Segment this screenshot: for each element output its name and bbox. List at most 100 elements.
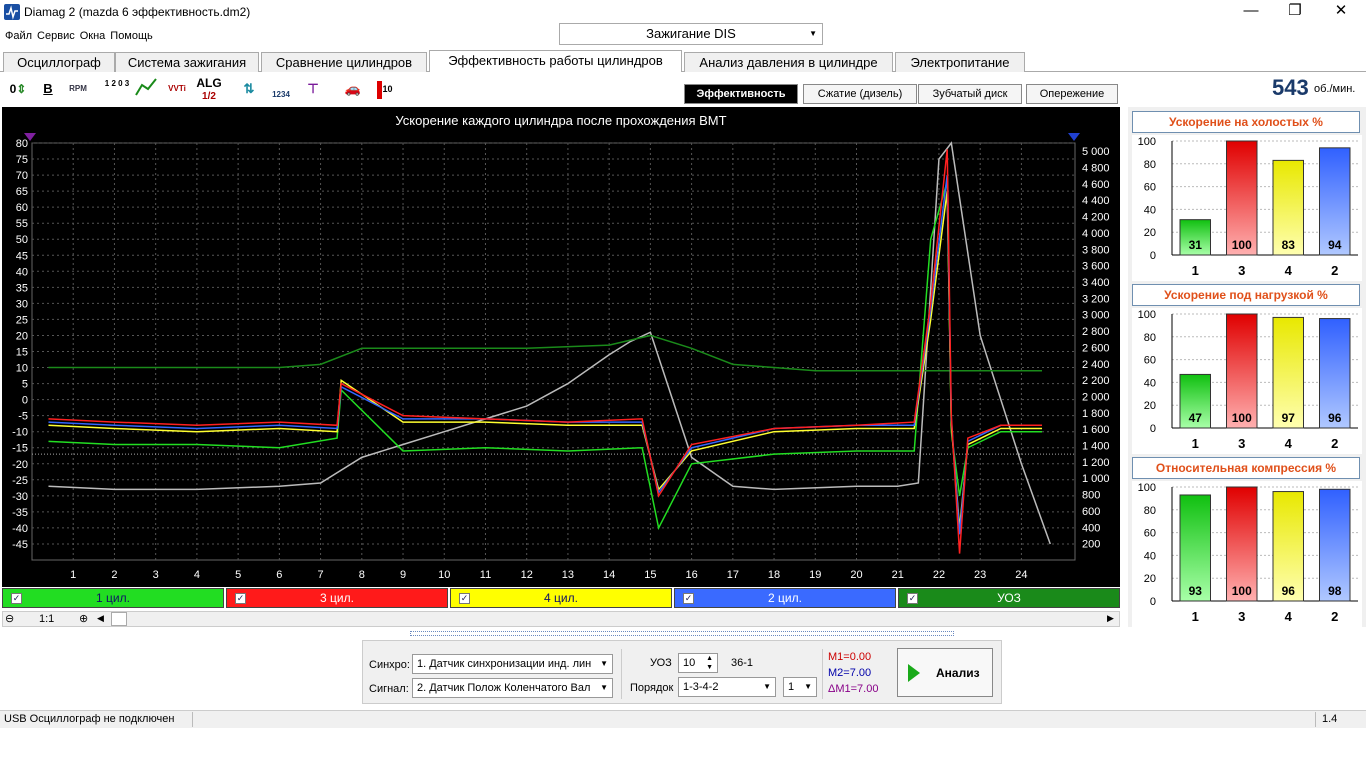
checkbox-icon[interactable]: ✓ (11, 593, 22, 604)
series-line (48, 141, 1051, 545)
zero-level-button[interactable]: 0⇕ (4, 75, 32, 103)
y2-tick-label: 200 (1082, 539, 1100, 551)
minimize-button[interactable]: — (1228, 0, 1274, 24)
y2-tick-label: 4 200 (1082, 212, 1110, 224)
firing-order-select[interactable]: 1-3-4-2 ▼ (678, 677, 776, 697)
analyze-button[interactable]: Анализ (897, 648, 993, 697)
rpm-value: 543 (1272, 75, 1309, 100)
bar-value-label: 96 (1328, 411, 1342, 425)
car-icon[interactable]: 🚗 (339, 75, 367, 103)
x-tick-label: 7 (318, 569, 324, 581)
y2-tick-label: 1 200 (1082, 457, 1110, 469)
zoom-in-icon[interactable]: ⊕ (79, 612, 88, 625)
y-tick-label: 15 (16, 347, 28, 359)
level-button[interactable]: 10 (371, 75, 399, 103)
uoz-label: УОЗ (650, 657, 672, 669)
tab-cylinder-compare[interactable]: Сравнение цилиндров (261, 52, 427, 72)
uoz-value: 10 (683, 657, 696, 669)
y-tick-label: 0 (22, 395, 28, 407)
scroll-thumb[interactable] (111, 612, 127, 626)
x-tick-label: 4 (1285, 263, 1293, 278)
y2-tick-label: 1 600 (1082, 424, 1110, 436)
marker-icon[interactable]: ⊤ (299, 75, 327, 103)
marker-m2: M2=7.00 (828, 667, 872, 679)
x-tick-label: 1 (1192, 436, 1199, 451)
y-tick-label: 60 (1144, 182, 1156, 194)
checkbox-icon[interactable]: ✓ (235, 593, 246, 604)
legend-uoz[interactable]: ✓ УОЗ (898, 588, 1120, 608)
zoom-out-icon[interactable]: ⊖ (5, 612, 14, 625)
y-tick-label: 0 (1150, 423, 1156, 435)
main-tabs: Осциллограф Система зажигания Сравнение … (0, 50, 1366, 72)
tab-power[interactable]: Электропитание (895, 52, 1025, 72)
spin-icon[interactable]: ▲ ▼ (706, 654, 713, 672)
checkbox-icon[interactable]: ✓ (459, 593, 470, 604)
subtab-efficiency[interactable]: Эффективность (684, 84, 798, 104)
bar-value-label: 97 (1282, 411, 1296, 425)
y-tick-label: 80 (1144, 332, 1156, 344)
maximize-button[interactable]: ❐ (1272, 0, 1318, 24)
alg-button[interactable]: ALG 1/2 (195, 75, 223, 103)
tab-oscilloscope[interactable]: Осциллограф (3, 52, 115, 72)
status-spacer (192, 712, 1316, 727)
close-button[interactable]: ✕ (1318, 0, 1364, 24)
rpm-button[interactable]: RPM (64, 75, 92, 103)
order-button[interactable]: 1234 (267, 75, 295, 103)
chart-scrollbar[interactable]: ⊖ 1:1 ⊕ ◀ ▶ (2, 611, 1120, 627)
checkbox-icon[interactable]: ✓ (683, 593, 694, 604)
bold-button[interactable]: B (34, 75, 62, 103)
scroll-right-icon[interactable]: ▶ (1107, 613, 1114, 624)
chart-svg: Ускорение каждого цилиндра после прохожд… (12, 113, 1110, 581)
checkbox-icon[interactable]: ✓ (907, 593, 918, 604)
io-button[interactable]: 1 2 0 3 (103, 75, 131, 103)
sync-select[interactable]: 1. Датчик синхронизации инд. лин ▼ (412, 654, 613, 674)
menu-help[interactable]: Помощь (110, 27, 153, 45)
legend-cyl-1[interactable]: ✓ 1 цил. (2, 588, 224, 608)
tab-cylinder-efficiency[interactable]: Эффективность работы цилиндров (429, 50, 682, 72)
menu-windows[interactable]: Окна (80, 27, 106, 45)
x-tick-label: 8 (359, 569, 365, 581)
legend-cyl-2[interactable]: ✓ 2 цил. (674, 588, 896, 608)
subtab-advance[interactable]: Опережение (1026, 84, 1118, 104)
panel-load-chart: 100 80 60 40 20 0 47 1 100 3 97 4 96 2 (1132, 308, 1362, 454)
main-chart[interactable]: Ускорение каждого цилиндра после прохожд… (2, 107, 1120, 587)
x-tick-label: 2 (1331, 436, 1338, 451)
order-index-select[interactable]: 1 ▼ (783, 677, 817, 697)
series-line (48, 334, 1043, 372)
bar-value-label: 98 (1328, 584, 1342, 598)
legend-cyl-3[interactable]: ✓ 3 цил. (226, 588, 448, 608)
subtab-compression[interactable]: Сжатие (дизель) (803, 84, 917, 104)
x-tick-label: 9 (400, 569, 406, 581)
menu-file[interactable]: Файл (5, 27, 32, 45)
y2-tick-label: 1 800 (1082, 408, 1110, 420)
y-tick-label: -40 (12, 523, 28, 535)
x-tick-label: 11 (480, 569, 491, 581)
panel-compression-svg: 100 80 60 40 20 0 93 1 100 3 96 4 98 2 (1138, 482, 1358, 624)
level-label: 10 (382, 84, 393, 94)
x-tick-label: 23 (974, 569, 986, 581)
panel-compression-chart: 100 80 60 40 20 0 93 1 100 3 96 4 98 2 (1132, 481, 1362, 627)
y-tick-label: -45 (12, 539, 28, 551)
y2-tick-label: 2 600 (1082, 342, 1110, 354)
menu-service[interactable]: Сервис (37, 27, 75, 45)
tab-ignition[interactable]: Система зажигания (115, 52, 259, 72)
signal-select[interactable]: 2. Датчик Полож Коленчатого Вал ▼ (412, 678, 613, 698)
divider (822, 649, 823, 699)
sync-icon[interactable]: ⇅ (235, 75, 263, 103)
y-tick-label: 100 (1138, 482, 1156, 494)
tab-pressure[interactable]: Анализ давления в цилиндре (684, 52, 893, 72)
subtab-tooth-wheel[interactable]: Зубчатый диск (918, 84, 1022, 104)
x-tick-label: 1 (1192, 263, 1199, 278)
scroll-left-icon[interactable]: ◀ (97, 613, 104, 624)
uoz-stepper[interactable]: 10 ▲ ▼ (678, 653, 718, 673)
x-tick-label: 13 (562, 569, 574, 581)
cylinder-legend: ✓ 1 цил. ✓ 3 цил. ✓ 4 цил. ✓ 2 цил. ✓ УОЗ (2, 587, 1120, 609)
splitter[interactable] (410, 631, 954, 636)
vvti-button[interactable]: VVTi (163, 75, 191, 103)
ignition-mode-select[interactable]: Зажигание DIS ▼ (559, 23, 823, 45)
x-tick-label: 3 (1238, 609, 1245, 624)
line-chart-icon[interactable] (133, 75, 161, 103)
legend-cyl-4[interactable]: ✓ 4 цил. (450, 588, 672, 608)
panel-load-svg: 100 80 60 40 20 0 47 1 100 3 97 4 96 2 (1138, 309, 1358, 451)
y-tick-label: -20 (12, 459, 28, 471)
